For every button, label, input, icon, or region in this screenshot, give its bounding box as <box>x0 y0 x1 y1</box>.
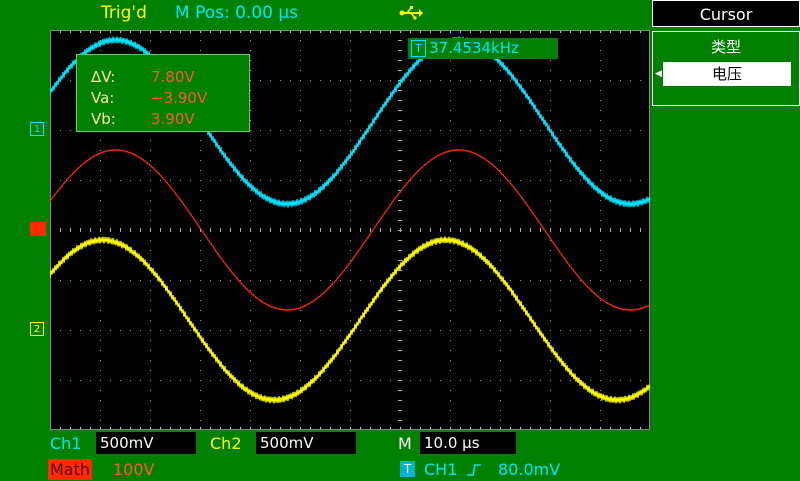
ch2-trace <box>50 236 650 404</box>
math-label: Math <box>48 459 93 480</box>
trigger-icon: T <box>400 461 415 477</box>
va-value: −3.90V <box>151 89 208 107</box>
va-label: Va: <box>91 89 115 107</box>
trigger-marker-icon: T <box>411 40 426 57</box>
main-position: M Pos: 0.00 µs <box>175 3 299 23</box>
cursor-type-label: 类型 <box>710 38 741 56</box>
ch1-label: Ch1 <box>50 434 82 453</box>
frequency-readout: T 37.4534kHz <box>408 38 558 59</box>
frequency-value: 37.4534kHz <box>429 39 519 57</box>
usb-icon <box>399 5 423 21</box>
math-marker[interactable]: M <box>30 222 46 236</box>
ch2-scale: 500mV <box>256 432 356 454</box>
selection-pointer-icon: ◀ <box>655 69 662 79</box>
cursor-type-option[interactable]: 类型 ◀ 电压 <box>652 31 800 106</box>
trigger-level: 80.0mV <box>498 460 561 479</box>
trigger-status: Trig'd <box>101 3 147 23</box>
vb-label: Vb: <box>91 110 116 128</box>
ch1-marker[interactable]: 1 <box>30 122 44 136</box>
delta-v-label: ΔV: <box>91 68 116 86</box>
cursor-readout: ΔV: 7.80V Va: −3.90V Vb: 3.90V <box>76 54 250 132</box>
timebase-label: M <box>398 434 412 453</box>
menu-title[interactable]: Cursor <box>652 0 800 27</box>
vb-value: 3.90V <box>151 110 195 128</box>
cursor-type-value[interactable]: 电压 <box>663 62 791 86</box>
delta-v-value: 7.80V <box>151 68 195 86</box>
timebase-value: 10.0 µs <box>420 432 516 454</box>
ch2-label: Ch2 <box>210 434 242 453</box>
ch1-scale: 500mV <box>96 432 196 454</box>
math-scale: 100V <box>113 460 155 479</box>
trigger-source: CH1 <box>424 460 458 479</box>
rising-edge-icon <box>466 462 482 476</box>
ch2-marker[interactable]: 2 <box>30 322 44 336</box>
